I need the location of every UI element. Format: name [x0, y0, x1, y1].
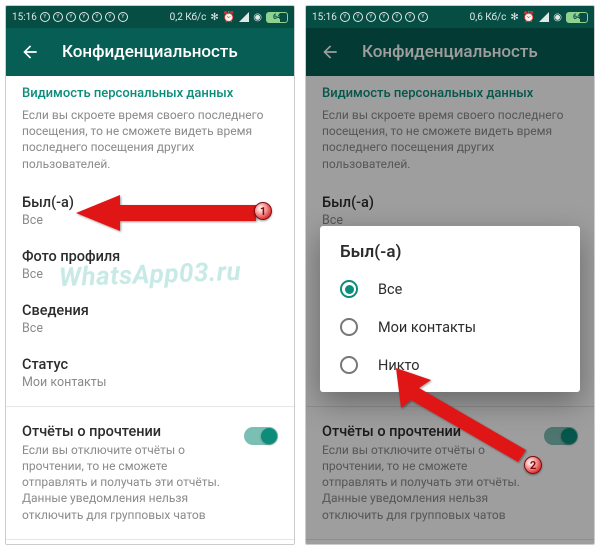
- status-notif-icon: Y: [40, 12, 50, 22]
- status-notif-icon: Y: [366, 12, 376, 22]
- item-desc: Если вы отключите отчёты о прочтении, то…: [22, 442, 234, 523]
- item-value: Все: [22, 321, 278, 336]
- dialog-option-all[interactable]: Все: [328, 270, 572, 308]
- status-notif-icon: Y: [379, 12, 389, 22]
- divider: [6, 406, 294, 407]
- bluetooth-icon: ✻: [210, 12, 218, 23]
- status-notif-icon: Y: [53, 12, 63, 22]
- item-title: Статус: [22, 356, 278, 373]
- header-title: Конфиденциальность: [62, 42, 238, 62]
- phone-left: 15:16 Y Y Y Y Y Y Y 0,2 Кб/с ✻ ⏰ ◉ 64 Ко…: [5, 5, 295, 545]
- item-status[interactable]: Статус Мои контакты: [22, 346, 278, 400]
- bluetooth-icon: ✻: [510, 12, 518, 23]
- last-seen-dialog: Был(-а) Все Мои контакты Никто: [320, 226, 580, 392]
- status-speed: 0,2 Кб/с: [170, 12, 207, 23]
- dialog-option-label: Мои контакты: [378, 319, 476, 336]
- item-value: Все: [22, 213, 278, 228]
- signal-icon: [539, 12, 549, 22]
- item-value: Все: [22, 267, 278, 282]
- dialog-option-contacts[interactable]: Мои контакты: [328, 308, 572, 346]
- status-notif-icon: Y: [92, 12, 102, 22]
- radio-icon: [340, 356, 358, 374]
- item-title: Фото профиля: [22, 248, 278, 265]
- phone-right: 15:16 Y Y Y Y Y Y Y 0,6 Кб/с ✻ ⏰ ◉ 64 Ко…: [305, 5, 595, 545]
- status-notif-icon: Y: [392, 12, 402, 22]
- item-title: Отчёты о прочтении: [22, 423, 234, 440]
- status-bar: 15:16 Y Y Y Y Y Y Y 0,2 Кб/с ✻ ⏰ ◉ 64: [6, 6, 294, 28]
- alarm-icon: ⏰: [523, 12, 535, 23]
- status-bar: 15:16 Y Y Y Y Y Y Y 0,6 Кб/с ✻ ⏰ ◉ 64: [306, 6, 594, 28]
- battery-icon: 64: [266, 12, 288, 23]
- annotation-marker-1: 1: [254, 202, 272, 220]
- status-speed: 0,6 Кб/с: [470, 12, 507, 23]
- status-notif-icon: Y: [105, 12, 115, 22]
- battery-icon: 64: [566, 12, 588, 23]
- content: Видимость персональных данных Если вы ск…: [6, 76, 294, 544]
- section-desc: Если вы скроете время своего последнего …: [22, 107, 278, 172]
- status-time: 15:16: [12, 12, 37, 23]
- status-notif-icon: Y: [418, 12, 428, 22]
- status-notif-icon: Y: [79, 12, 89, 22]
- item-photo[interactable]: Фото профиля Все: [22, 238, 278, 292]
- radio-icon: [340, 318, 358, 336]
- status-notif-icon: Y: [66, 12, 76, 22]
- header: Конфиденциальность: [6, 28, 294, 76]
- status-notif-icon: Y: [340, 12, 350, 22]
- wifi-icon: ◉: [553, 12, 562, 23]
- item-last-seen[interactable]: Был(-а) Все: [22, 184, 278, 238]
- wifi-icon: ◉: [253, 12, 262, 23]
- read-receipts-toggle[interactable]: [244, 427, 278, 445]
- dialog-option-label: Никто: [378, 357, 420, 374]
- radio-icon: [340, 280, 358, 298]
- section-title: Видимость персональных данных: [22, 86, 278, 101]
- dialog-option-nobody[interactable]: Никто: [328, 346, 572, 384]
- item-about[interactable]: Сведения Все: [22, 292, 278, 346]
- dialog-title: Был(-а): [328, 242, 572, 270]
- item-title: Сведения: [22, 302, 278, 319]
- status-notif-icon: Y: [405, 12, 415, 22]
- annotation-marker-2: 2: [524, 456, 542, 474]
- divider: [6, 539, 294, 540]
- signal-icon: [239, 12, 249, 22]
- item-value: Мои контакты: [22, 375, 278, 390]
- dialog-option-label: Все: [378, 281, 402, 298]
- status-time: 15:16: [312, 12, 337, 23]
- back-icon[interactable]: [20, 42, 40, 62]
- status-notif-icon: Y: [118, 12, 128, 22]
- alarm-icon: ⏰: [223, 12, 235, 23]
- item-read-receipts[interactable]: Отчёты о прочтении Если вы отключите отч…: [22, 413, 278, 533]
- status-notif-icon: Y: [353, 12, 363, 22]
- item-title: Был(-а): [22, 194, 278, 211]
